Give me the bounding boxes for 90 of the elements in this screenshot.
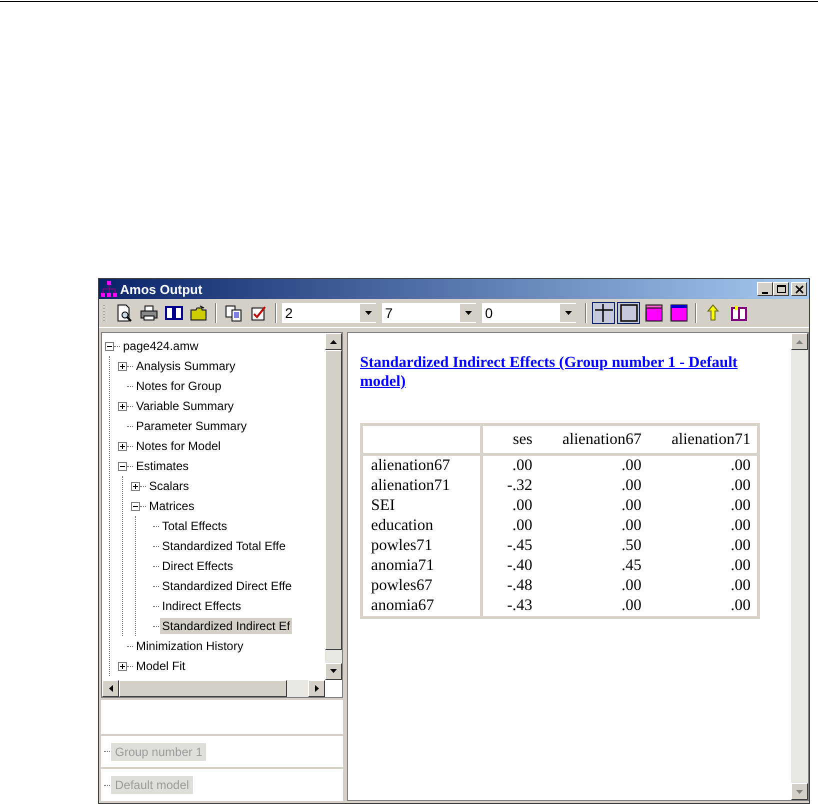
scroll-right-icon[interactable] — [314, 684, 318, 692]
table-cell-text: .45 — [620, 556, 643, 576]
row-header: anomia71 — [362, 556, 482, 576]
table-cell-text: .00 — [620, 576, 643, 596]
row-header: education — [362, 516, 482, 536]
table-cell: .00 — [482, 496, 538, 516]
tree-item[interactable]: Estimates — [134, 458, 191, 474]
column-header: alienation71 — [648, 424, 758, 454]
expand-icon[interactable] — [118, 442, 127, 450]
window-title: Amos Output — [120, 282, 204, 296]
table-cell: .00 — [648, 476, 758, 496]
app-icon — [101, 281, 117, 297]
expand-icon[interactable] — [118, 662, 127, 670]
expand-icon[interactable] — [118, 362, 127, 370]
table-cell: -.32 — [482, 476, 538, 496]
tree-item[interactable]: Matrices — [147, 498, 196, 514]
book-icon[interactable] — [164, 304, 182, 322]
scroll-left-icon[interactable] — [108, 684, 112, 692]
close-icon[interactable] — [794, 284, 804, 294]
row-header: alienation67 — [362, 454, 482, 476]
printer-icon[interactable] — [140, 304, 158, 322]
tree-item[interactable]: Standardized Direct Effe — [160, 578, 294, 594]
tree-item[interactable]: Indirect Effects — [160, 598, 244, 614]
table-cell-text: .50 — [620, 536, 643, 556]
table-cell: -.43 — [482, 596, 538, 618]
maximize-button[interactable] — [773, 282, 789, 296]
table-cell: .00 — [482, 454, 538, 476]
row-header: powles67 — [362, 576, 482, 596]
table-cell: -.45 — [482, 536, 538, 556]
dropdown-arrow-icon — [564, 311, 572, 315]
tree-item[interactable]: Notes for Model — [134, 438, 223, 454]
collapse-icon[interactable] — [105, 342, 114, 350]
table-cell: .00 — [648, 454, 758, 476]
tree-item[interactable]: page424.amw — [121, 338, 200, 354]
tree-item[interactable]: Notes for Group — [134, 378, 224, 394]
table-cell: -.40 — [482, 556, 538, 576]
tree-item[interactable]: Minimization History — [134, 638, 246, 654]
row-header: powles71 — [362, 536, 482, 556]
scroll-up-icon[interactable] — [330, 340, 337, 344]
tree-item[interactable]: Standardized Total Effe — [160, 538, 288, 554]
expand-icon[interactable] — [118, 402, 127, 410]
table-cell: .00 — [648, 596, 758, 618]
row-header: anomia67 — [362, 596, 482, 618]
tree-item[interactable]: Standardized Indirect Ef — [160, 618, 292, 634]
table-cell: .00 — [648, 556, 758, 576]
table-cell: .00 — [538, 454, 648, 476]
book-icon[interactable] — [730, 304, 748, 322]
grip-icon — [103, 303, 106, 323]
dropdown-arrow-icon — [464, 311, 472, 315]
tree-item[interactable]: Parameter Summary — [134, 418, 249, 434]
tree-item[interactable]: Analysis Summary — [134, 358, 238, 374]
table-cell-text: .00 — [620, 516, 643, 536]
row-header: SEI — [362, 496, 482, 516]
view-toggle-button[interactable] — [592, 302, 615, 324]
tree-item[interactable]: Direct Effects — [160, 558, 236, 574]
dropdown-field[interactable]: 0 — [482, 303, 576, 323]
scrollbar[interactable] — [102, 680, 325, 697]
table-cell: .00 — [482, 516, 538, 536]
dropdown-field[interactable]: 2 — [282, 303, 376, 323]
table-cell-text: .00 — [620, 496, 643, 516]
table-cell: .00 — [648, 536, 758, 556]
table-cell: -.48 — [482, 576, 538, 596]
row-header: alienation71 — [362, 476, 482, 496]
table-cell: .00 — [648, 576, 758, 596]
collapse-icon[interactable] — [131, 502, 140, 510]
dropdown-arrow-icon — [364, 311, 372, 315]
print-preview-icon[interactable] — [114, 304, 132, 322]
tree-item[interactable]: Scalars — [147, 478, 192, 494]
checkbox-icon[interactable] — [250, 304, 268, 322]
table-cell: .00 — [648, 516, 758, 536]
column-header: ses — [482, 424, 538, 454]
collapse-icon[interactable] — [118, 462, 127, 470]
scroll-down-icon[interactable] — [330, 669, 337, 674]
copy-icon[interactable] — [224, 304, 242, 322]
expand-icon[interactable] — [131, 482, 140, 490]
column-header: alienation67 — [538, 424, 648, 454]
dropdown-field[interactable]: 7 — [382, 303, 476, 323]
close-button[interactable] — [791, 282, 807, 296]
minimize-button[interactable] — [757, 282, 773, 296]
heading-link[interactable]: Standardized Indirect Effects (Group number 1 - Default model) — [360, 353, 752, 391]
folder-icon[interactable] — [190, 304, 208, 322]
view-toggle-button[interactable] — [617, 302, 640, 324]
tree-item[interactable]: Model Fit — [134, 658, 188, 674]
table-cell: .00 — [648, 496, 758, 516]
tree-item[interactable]: Variable Summary — [134, 398, 236, 414]
tree-item[interactable]: Total Effects — [160, 518, 230, 534]
table-cell-text: .00 — [620, 476, 643, 496]
table-cell: .00 — [538, 596, 648, 618]
scrollbar[interactable] — [325, 333, 342, 680]
maximize-icon[interactable] — [776, 284, 786, 294]
